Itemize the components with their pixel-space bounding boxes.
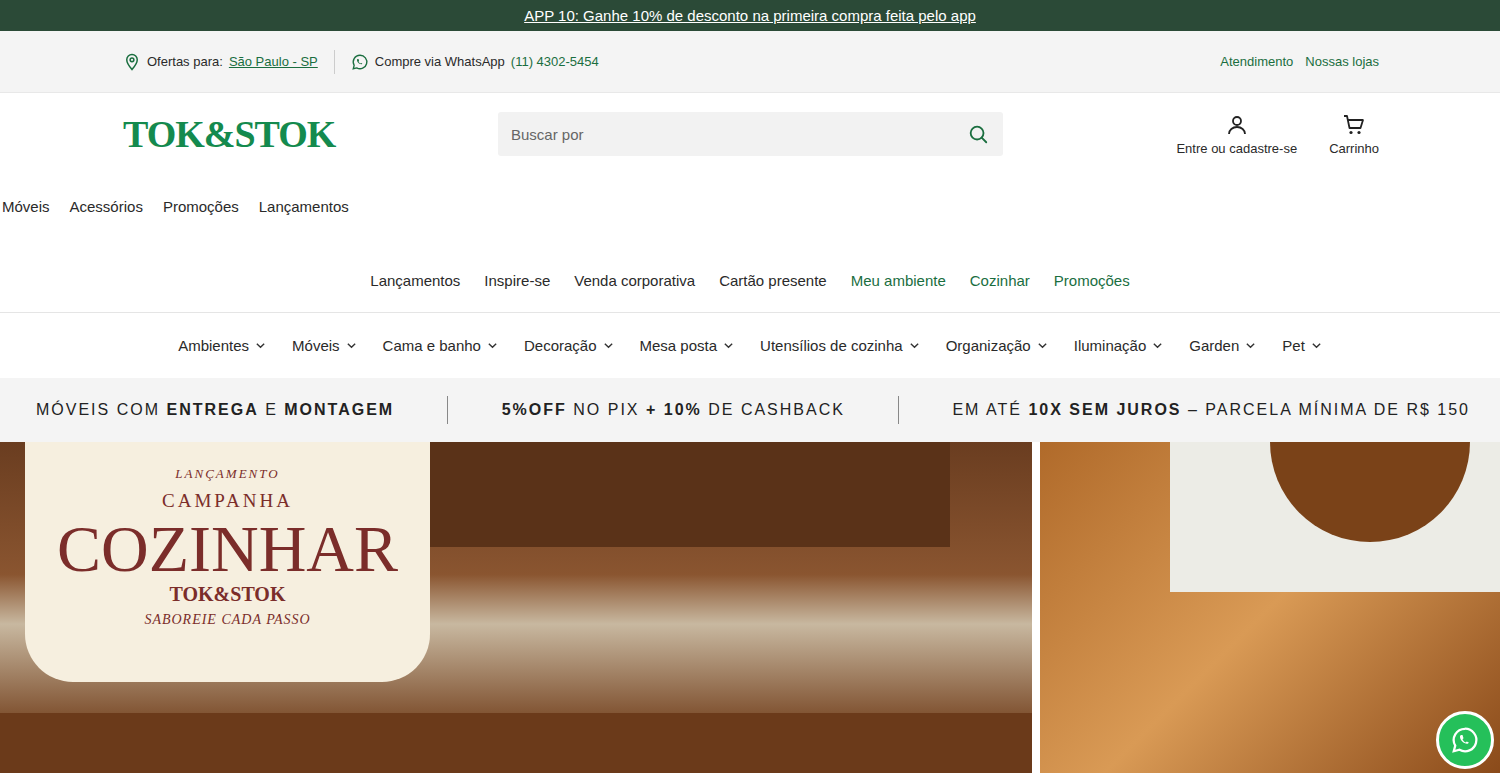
- kitchen-photo[interactable]: LANÇAMENTO CAMPANHACOZINHARTOK&STOK SABORE…: [0, 442, 1032, 773]
- category-item[interactable]: Pet: [1282, 337, 1322, 354]
- category-item[interactable]: Organização: [946, 337, 1048, 354]
- utility-link[interactable]: Atendimento: [1220, 54, 1293, 69]
- benefit-separator: [898, 396, 899, 424]
- category-item[interactable]: Garden: [1189, 337, 1256, 354]
- separator: [334, 50, 335, 74]
- counter-shape: [0, 713, 1032, 773]
- user-icon: [1225, 113, 1249, 137]
- chevron-down-icon: [255, 340, 266, 351]
- chevron-down-icon: [1245, 340, 1256, 351]
- benefits-strip: MÓVEIS COM ENTREGA E MONTAGEM 5%OFF NO PI…: [0, 378, 1500, 442]
- category-nav: Ambientes Móveis Cama e banho Decoração Mesa…: [0, 313, 1500, 378]
- chevron-down-icon: [1152, 340, 1163, 351]
- account-label: Entre ou cadastre-se: [1176, 141, 1297, 156]
- utility-link[interactable]: Nossas lojas: [1305, 54, 1379, 69]
- whatsapp-label: Compre via WhatsApp: [375, 54, 505, 69]
- benefit-separator: [447, 396, 448, 424]
- whatsapp-icon: [351, 53, 369, 71]
- quick-nav-item[interactable]: Promoções: [163, 198, 239, 215]
- secondary-nav-item[interactable]: Meu ambiente: [851, 272, 946, 289]
- quick-nav: Móveis Acessórios Promoções Lançamentos: [0, 175, 1500, 237]
- chevron-down-icon: [487, 340, 498, 351]
- quick-nav-item[interactable]: Móveis: [2, 198, 50, 215]
- chevron-down-icon: [909, 340, 920, 351]
- secondary-nav: Lançamentos Inspire-se Venda corporativa Ca…: [0, 237, 1500, 313]
- campaign-card[interactable]: LANÇAMENTO CAMPANHACOZINHARTOK&STOK SABORE…: [25, 442, 430, 682]
- campaign-title: COZINHAR: [57, 514, 398, 583]
- location-selector[interactable]: Ofertas para: São Paulo - SP: [123, 53, 318, 71]
- quick-nav-item[interactable]: Lançamentos: [259, 198, 349, 215]
- search-icon[interactable]: [967, 123, 989, 145]
- cart-icon: [1342, 113, 1366, 137]
- benefit-item: MÓVEIS COM ENTREGA E MONTAGEM: [36, 401, 394, 419]
- promo-banner-text[interactable]: APP 10: Ganhe 10% de desconto na primeir…: [524, 7, 976, 24]
- utility-bar: Ofertas para: São Paulo - SP Compre via Wh…: [0, 31, 1500, 93]
- campaign-tag: LANÇAMENTO: [175, 466, 279, 482]
- location-pin-icon: [123, 53, 141, 71]
- promo-banner[interactable]: APP 10: Ganhe 10% de desconto na primeir…: [0, 0, 1500, 31]
- whatsapp-float-button[interactable]: [1436, 711, 1494, 769]
- secondary-nav-item[interactable]: Cozinhar: [970, 272, 1030, 289]
- category-item[interactable]: Ambientes: [178, 337, 266, 354]
- search-placeholder: Buscar por: [511, 126, 584, 143]
- location-label: Ofertas para:: [147, 54, 223, 69]
- secondary-nav-item[interactable]: Inspire-se: [484, 272, 550, 289]
- category-item[interactable]: Iluminação: [1074, 337, 1164, 354]
- utility-links: Atendimento Nossas lojas: [1220, 54, 1379, 69]
- category-item[interactable]: Mesa posta: [640, 337, 735, 354]
- drawer-photo[interactable]: [1040, 442, 1500, 773]
- chevron-down-icon: [603, 340, 614, 351]
- chevron-down-icon: [723, 340, 734, 351]
- campaign-tagline: SABOREIE CADA PASSO: [144, 612, 310, 628]
- utility-left: Ofertas para: São Paulo - SP Compre via Wh…: [123, 50, 599, 74]
- cart-button[interactable]: Carrinho: [1329, 113, 1379, 156]
- secondary-nav-item[interactable]: Lançamentos: [370, 272, 460, 289]
- campaign-kicker: CAMPANHA: [162, 490, 293, 512]
- whatsapp-icon: [1450, 725, 1480, 755]
- secondary-nav-item[interactable]: Cartão presente: [719, 272, 827, 289]
- chevron-down-icon: [346, 340, 357, 351]
- chevron-down-icon: [1037, 340, 1048, 351]
- cabinet-shape: [430, 442, 950, 547]
- whatsapp-contact[interactable]: Compre via WhatsApp (11) 4302-5454: [351, 53, 599, 71]
- benefit-item: EM ATÉ 10X SEM JUROS – PARCELA MÍNIMA DE…: [952, 401, 1470, 419]
- category-item[interactable]: Decoração: [524, 337, 614, 354]
- header: TOK&STOK Buscar por Entre ou cadastre-se Ca…: [0, 93, 1500, 175]
- quick-nav-item[interactable]: Acessórios: [70, 198, 143, 215]
- cart-label: Carrinho: [1329, 141, 1379, 156]
- benefit-item: 5%OFF NO PIX + 10% DE CASHBACK: [502, 401, 845, 419]
- search-field[interactable]: Buscar por: [498, 112, 1003, 156]
- category-item[interactable]: Utensílios de cozinha: [760, 337, 920, 354]
- category-item[interactable]: Móveis: [292, 337, 357, 354]
- category-item[interactable]: Cama e banho: [383, 337, 498, 354]
- whatsapp-number[interactable]: (11) 4302-5454: [511, 54, 599, 69]
- chevron-down-icon: [1311, 340, 1322, 351]
- hero: LANÇAMENTO CAMPANHACOZINHARTOK&STOK SABORE…: [0, 442, 1500, 773]
- header-actions: Entre ou cadastre-se Carrinho: [1176, 113, 1379, 156]
- page: APP 10: Ganhe 10% de desconto na primeir…: [0, 0, 1500, 778]
- logo[interactable]: TOK&STOK: [123, 112, 498, 156]
- secondary-nav-item[interactable]: Promoções: [1054, 272, 1130, 289]
- secondary-nav-item[interactable]: Venda corporativa: [574, 272, 695, 289]
- location-link[interactable]: São Paulo - SP: [229, 54, 318, 69]
- account-button[interactable]: Entre ou cadastre-se: [1176, 113, 1297, 156]
- campaign-brand: TOK&STOK: [170, 583, 286, 606]
